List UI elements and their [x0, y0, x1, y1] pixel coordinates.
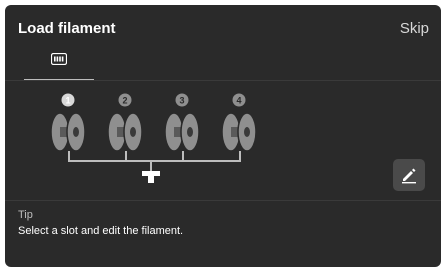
- edit-filament-button[interactable]: [393, 159, 425, 191]
- load-filament-dialog: Load filament Skip 1 2 3 4 Tip Select a …: [5, 5, 441, 267]
- filament-connector: [68, 151, 241, 171]
- spool-slot-3[interactable]: 3: [164, 93, 200, 152]
- pencil-icon: [402, 168, 416, 184]
- spool-slot-2[interactable]: 2: [107, 93, 143, 152]
- slot-badge-2: 2: [118, 93, 132, 107]
- spool-diagram: 1 2 3 4: [50, 93, 257, 183]
- tip-text: Select a slot and edit the filament.: [18, 225, 184, 237]
- dialog-title: Load filament: [18, 20, 116, 37]
- tab-ams[interactable]: [24, 49, 94, 81]
- slot-badge-1: 1: [61, 93, 75, 107]
- svg-text:2: 2: [122, 96, 127, 106]
- slot-badge-3: 3: [175, 93, 189, 107]
- slot-badge-4: 4: [232, 93, 246, 107]
- tab-divider: [5, 80, 441, 81]
- spool-slot-4[interactable]: 4: [221, 93, 257, 152]
- toolhead-icon: [142, 171, 160, 183]
- svg-text:1: 1: [65, 96, 70, 106]
- svg-text:4: 4: [236, 96, 241, 106]
- svg-text:3: 3: [179, 96, 184, 106]
- tip-label: Tip: [18, 209, 33, 221]
- ams-icon: [50, 52, 68, 70]
- spool-slot-1[interactable]: 1: [50, 93, 86, 152]
- skip-button[interactable]: Skip: [400, 20, 429, 37]
- section-divider: [5, 200, 441, 201]
